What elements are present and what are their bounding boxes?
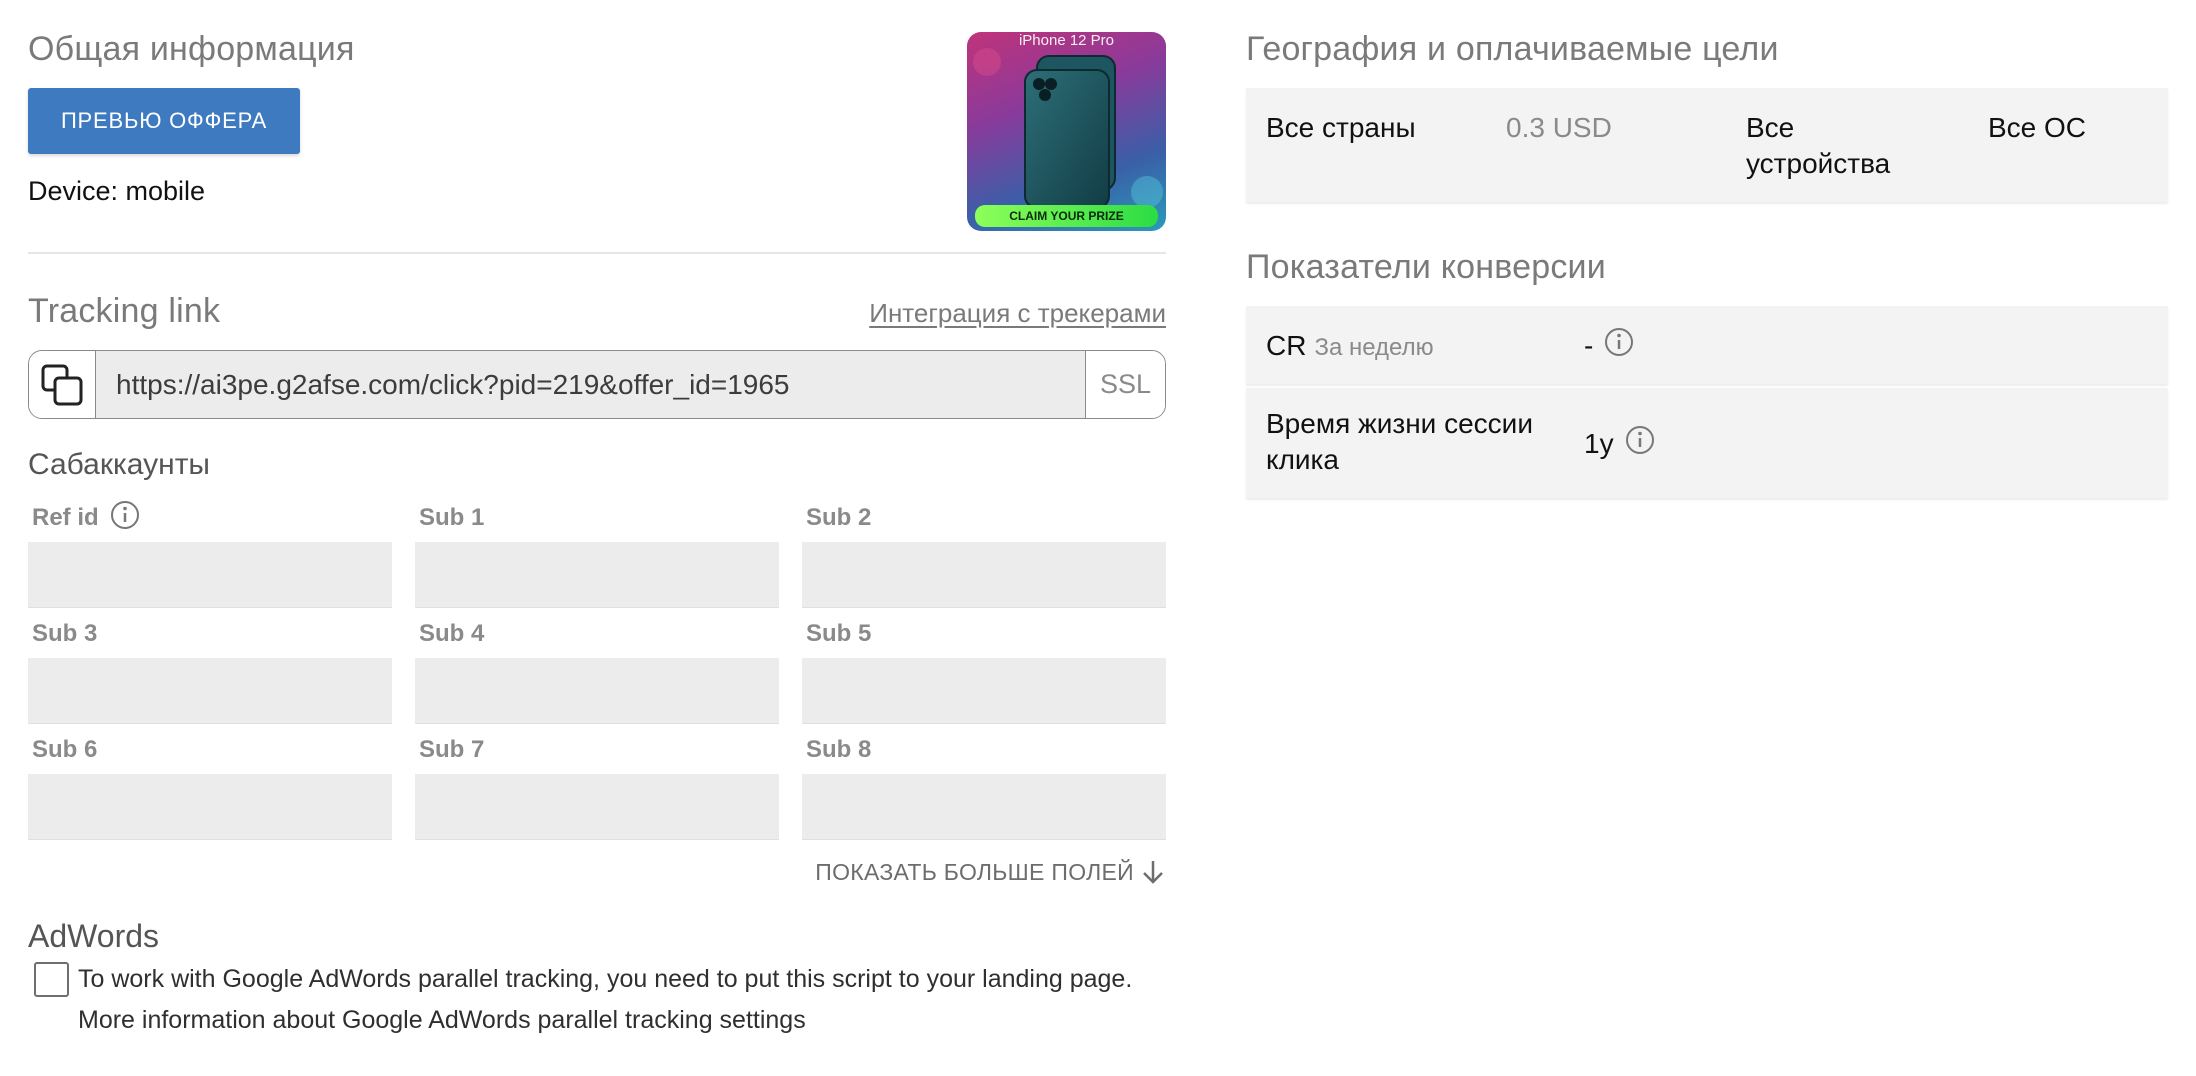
sub6-field: Sub 6 xyxy=(28,732,392,840)
sub8-field: Sub 8 xyxy=(802,732,1166,840)
ref-id-field: Ref id xyxy=(28,500,392,608)
sub4-field: Sub 4 xyxy=(415,616,779,724)
sub3-input[interactable] xyxy=(28,658,392,724)
session-lifetime-row: Время жизни сессии клика 1y xyxy=(1246,388,2168,498)
offer-image-caption: iPhone 12 Pro xyxy=(1018,32,1115,49)
info-icon[interactable] xyxy=(1624,424,1656,463)
offer-image[interactable]: iPhone 12 Pro CLAIM YOUR PRIZE xyxy=(967,32,1166,231)
sub1-field: Sub 1 xyxy=(415,500,779,608)
sub8-label: Sub 8 xyxy=(806,736,872,763)
cr-value: - xyxy=(1584,329,1594,361)
subaccounts-title: Сабаккаунты xyxy=(28,448,210,481)
adwords-more-info-link[interactable]: More information about Google AdWords pa… xyxy=(78,1006,806,1035)
sub5-input[interactable] xyxy=(802,658,1166,724)
arrow-down-icon xyxy=(1143,861,1163,884)
tracker-integration-link[interactable]: Интеграция с трекерами xyxy=(869,298,1166,329)
sub2-label: Sub 2 xyxy=(806,504,872,531)
sub4-input[interactable] xyxy=(415,658,779,724)
sub4-label: Sub 4 xyxy=(419,620,485,647)
tracking-link-field: https://ai3pe.g2afse.com/click?pid=219&o… xyxy=(28,350,1166,419)
offer-preview-button[interactable]: ПРЕВЬЮ ОФФЕРА xyxy=(28,88,300,154)
sub6-label: Sub 6 xyxy=(32,736,98,763)
info-icon[interactable] xyxy=(109,499,141,538)
section-divider xyxy=(28,252,1166,254)
info-icon[interactable] xyxy=(1603,326,1635,365)
ref-id-input[interactable] xyxy=(28,542,392,608)
sub2-field: Sub 2 xyxy=(802,500,1166,608)
show-more-fields-button[interactable]: ПОКАЗАТЬ БОЛЬШЕ ПОЛЕЙ xyxy=(815,858,1166,886)
copy-icon xyxy=(41,364,83,405)
copy-link-button[interactable] xyxy=(29,351,96,418)
sub2-input[interactable] xyxy=(802,542,1166,608)
sub7-label: Sub 7 xyxy=(419,736,485,763)
iphone-illustration xyxy=(973,48,1163,209)
tracking-url-text[interactable]: https://ai3pe.g2afse.com/click?pid=219&o… xyxy=(96,351,1085,418)
ssl-label: SSL xyxy=(1085,351,1165,418)
cr-label: CR xyxy=(1266,330,1307,361)
tracking-link-title: Tracking link xyxy=(28,292,221,330)
sub8-input[interactable] xyxy=(802,774,1166,840)
cr-period: За неделю xyxy=(1314,334,1434,361)
adwords-description: To work with Google AdWords parallel tra… xyxy=(78,965,1133,993)
geo-price: 0.3 USD xyxy=(1506,112,1612,143)
sub7-field: Sub 7 xyxy=(415,732,779,840)
sub6-input[interactable] xyxy=(28,774,392,840)
geo-devices: Все устройства xyxy=(1746,112,1891,179)
sub3-field: Sub 3 xyxy=(28,616,392,724)
sub5-label: Sub 5 xyxy=(806,620,872,647)
sub1-input[interactable] xyxy=(415,542,779,608)
sub1-label: Sub 1 xyxy=(419,504,485,531)
geo-country: Все страны xyxy=(1266,112,1416,143)
show-more-fields-label: ПОКАЗАТЬ БОЛЬШЕ ПОЛЕЙ xyxy=(815,858,1134,885)
geo-title: География и оплачиваемые цели xyxy=(1246,30,1779,68)
session-lifetime-label: Время жизни сессии клика xyxy=(1266,408,1533,475)
session-lifetime-value: 1y xyxy=(1584,427,1614,459)
general-info-title: Общая информация xyxy=(28,30,355,68)
adwords-title: AdWords xyxy=(28,918,160,954)
device-text: Device: mobile xyxy=(28,176,206,206)
conversion-title: Показатели конверсии xyxy=(1246,248,1606,286)
cr-row: CR За неделю - xyxy=(1246,306,2168,384)
sub5-field: Sub 5 xyxy=(802,616,1166,724)
claim-prize-banner: CLAIM YOUR PRIZE xyxy=(975,205,1158,227)
ref-id-label: Ref id xyxy=(32,504,99,531)
sub7-input[interactable] xyxy=(415,774,779,840)
geo-os: Все ОС xyxy=(1988,112,2087,143)
adwords-checkbox[interactable] xyxy=(34,962,69,997)
sub3-label: Sub 3 xyxy=(32,620,98,647)
geo-row: Все страны 0.3 USD Все устройства Все ОС xyxy=(1246,88,2168,202)
